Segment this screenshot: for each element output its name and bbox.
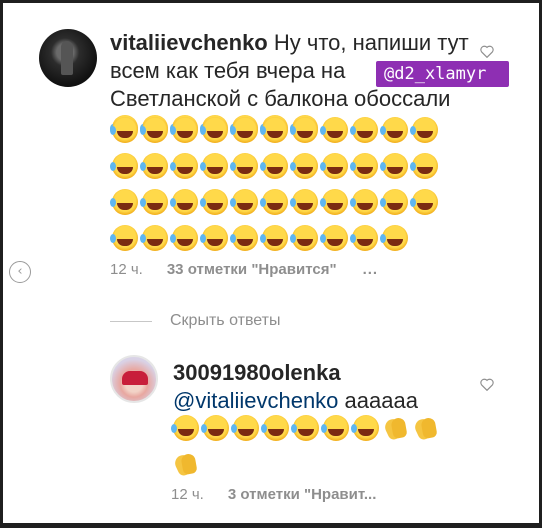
avatar[interactable]: [110, 355, 158, 403]
avatar[interactable]: [39, 29, 97, 87]
emoji-row: [110, 188, 450, 224]
emoji-row: [110, 116, 450, 152]
hide-replies-label: Скрыть ответы: [170, 312, 281, 329]
laughing-emoji-icon: [170, 153, 198, 179]
laughing-emoji-icon: [200, 153, 228, 179]
laughing-emoji-icon: [380, 117, 408, 143]
clap-emoji-icon: [383, 415, 409, 441]
laughing-emoji-icon: [320, 117, 348, 143]
laughing-emoji-icon: [230, 153, 258, 179]
heart-outline-icon[interactable]: [480, 378, 494, 391]
emoji-block: [110, 116, 450, 260]
laughing-emoji-icon: [320, 189, 348, 215]
laughing-emoji-icon: [351, 415, 379, 441]
laughing-emoji-icon: [290, 117, 318, 143]
comment-username[interactable]: vitaliievchenko: [110, 30, 268, 55]
laughing-emoji-icon: [110, 225, 138, 251]
laughing-emoji-icon: [140, 117, 168, 143]
comment-2: 30091980olenka @vitaliievchenko аааааа: [173, 359, 473, 415]
comment-body: аааааа: [344, 388, 418, 413]
comment-meta: 12 ч. 33 отметки "Нравится"...: [110, 261, 378, 278]
laughing-emoji-icon: [350, 153, 378, 179]
laughing-emoji-icon: [171, 415, 199, 441]
laughing-emoji-icon: [410, 153, 438, 179]
laughing-emoji-icon: [140, 225, 168, 251]
laughing-emoji-icon: [200, 117, 228, 143]
comments-panel: ‹ vitaliievchenko Ну что, напиши тут все…: [3, 3, 539, 523]
laughing-emoji-icon: [290, 189, 318, 215]
hide-replies-button[interactable]: Скрыть ответы: [110, 312, 280, 330]
heart-outline-icon[interactable]: [480, 45, 494, 58]
laughing-emoji-icon: [230, 117, 258, 143]
laughing-emoji-icon: [350, 189, 378, 215]
laughing-emoji-icon: [290, 153, 318, 179]
mention-link[interactable]: @vitaliievchenko: [173, 388, 338, 413]
emoji-row: [110, 224, 450, 260]
laughing-emoji-icon: [320, 153, 348, 179]
emoji-row: [171, 414, 511, 450]
overlay-tag: @d2_xlamyr: [376, 61, 509, 87]
comment-time: 12 ч.: [171, 486, 204, 503]
likes-count-link[interactable]: 3 отметки "Нравит...: [228, 486, 377, 503]
chevron-left-icon[interactable]: ‹: [9, 261, 31, 283]
laughing-emoji-icon: [200, 225, 228, 251]
laughing-emoji-icon: [380, 153, 408, 179]
laughing-emoji-icon: [231, 415, 259, 441]
comment-meta: 12 ч. 3 отметки "Нравит...: [171, 486, 376, 503]
laughing-emoji-icon: [410, 117, 438, 143]
laughing-emoji-icon: [230, 189, 258, 215]
laughing-emoji-icon: [170, 225, 198, 251]
emoji-block: [171, 414, 511, 486]
laughing-emoji-icon: [170, 117, 198, 143]
laughing-emoji-icon: [261, 415, 289, 441]
laughing-emoji-icon: [110, 189, 138, 215]
emoji-row: [171, 450, 511, 486]
laughing-emoji-icon: [380, 189, 408, 215]
laughing-emoji-icon: [291, 415, 319, 441]
emoji-row: [110, 152, 450, 188]
laughing-emoji-icon: [140, 189, 168, 215]
laughing-emoji-icon: [140, 153, 168, 179]
laughing-emoji-icon: [260, 225, 288, 251]
laughing-emoji-icon: [110, 153, 138, 179]
laughing-emoji-icon: [290, 225, 318, 251]
laughing-emoji-icon: [200, 189, 228, 215]
comment-time: 12 ч.: [110, 261, 143, 278]
laughing-emoji-icon: [170, 189, 198, 215]
comment-username[interactable]: 30091980olenka: [173, 360, 341, 385]
laughing-emoji-icon: [320, 225, 348, 251]
laughing-emoji-icon: [410, 189, 438, 215]
laughing-emoji-icon: [230, 225, 258, 251]
laughing-emoji-icon: [201, 415, 229, 441]
clap-emoji-icon: [413, 415, 439, 441]
laughing-emoji-icon: [260, 189, 288, 215]
likes-count-link[interactable]: 33 отметки "Нравится": [167, 261, 337, 278]
clap-emoji-icon: [173, 451, 199, 477]
screenshot-frame: ‹ vitaliievchenko Ну что, напиши тут все…: [0, 0, 542, 528]
laughing-emoji-icon: [110, 117, 138, 143]
laughing-emoji-icon: [260, 153, 288, 179]
laughing-emoji-icon: [380, 225, 408, 251]
laughing-emoji-icon: [260, 117, 288, 143]
laughing-emoji-icon: [350, 117, 378, 143]
divider: [110, 320, 152, 322]
laughing-emoji-icon: [350, 225, 378, 251]
laughing-emoji-icon: [321, 415, 349, 441]
more-options-button[interactable]: ...: [363, 261, 379, 278]
